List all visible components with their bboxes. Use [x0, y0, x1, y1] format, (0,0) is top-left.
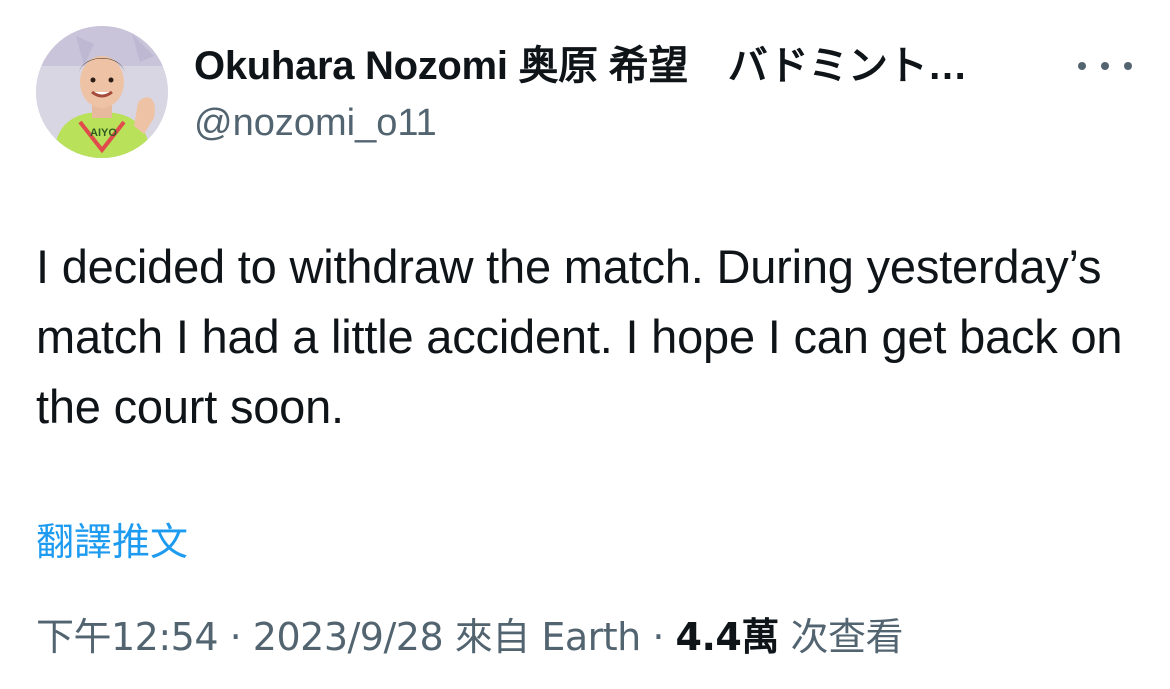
tweet-time[interactable]: 下午12:54: [36, 615, 219, 659]
tweet: AIYO Okuhara Nozomi 奥原 希望 バドミント… @nozomi…: [0, 0, 1170, 689]
translate-tweet-link[interactable]: 翻譯推文: [36, 518, 188, 566]
source-prefix: 來自: [454, 615, 531, 659]
more-dot: [1124, 62, 1132, 70]
more-dot: [1078, 62, 1086, 70]
meta-separator: ·: [229, 615, 242, 659]
author-info[interactable]: Okuhara Nozomi 奥原 希望 バドミント… @nozomi_o11: [194, 42, 1094, 146]
tweet-text: I decided to withdraw the match. During …: [36, 240, 1123, 433]
tweet-date[interactable]: 2023/9/28: [253, 615, 444, 659]
avatar-photo: AIYO: [36, 26, 168, 158]
avatar[interactable]: AIYO: [36, 26, 168, 158]
more-horizontal-icon[interactable]: [1078, 56, 1132, 76]
tweet-meta: 下午12:54 · 2023/9/28 來自 Earth · 4.4萬 次查看: [36, 612, 903, 662]
avatar-shirt-text: AIYO: [90, 127, 117, 139]
tweet-header: AIYO Okuhara Nozomi 奥原 希望 バドミント… @nozomi…: [36, 26, 1136, 158]
views-count[interactable]: 4.4萬: [676, 615, 780, 659]
author-handle[interactable]: @nozomi_o11: [194, 100, 1094, 146]
author-display-name[interactable]: Okuhara Nozomi 奥原 希望 バドミント…: [194, 42, 1094, 90]
tweet-source: Earth: [541, 615, 641, 659]
views-label: 次查看: [790, 615, 903, 659]
more-dot: [1101, 62, 1109, 70]
meta-separator: ·: [652, 615, 664, 659]
